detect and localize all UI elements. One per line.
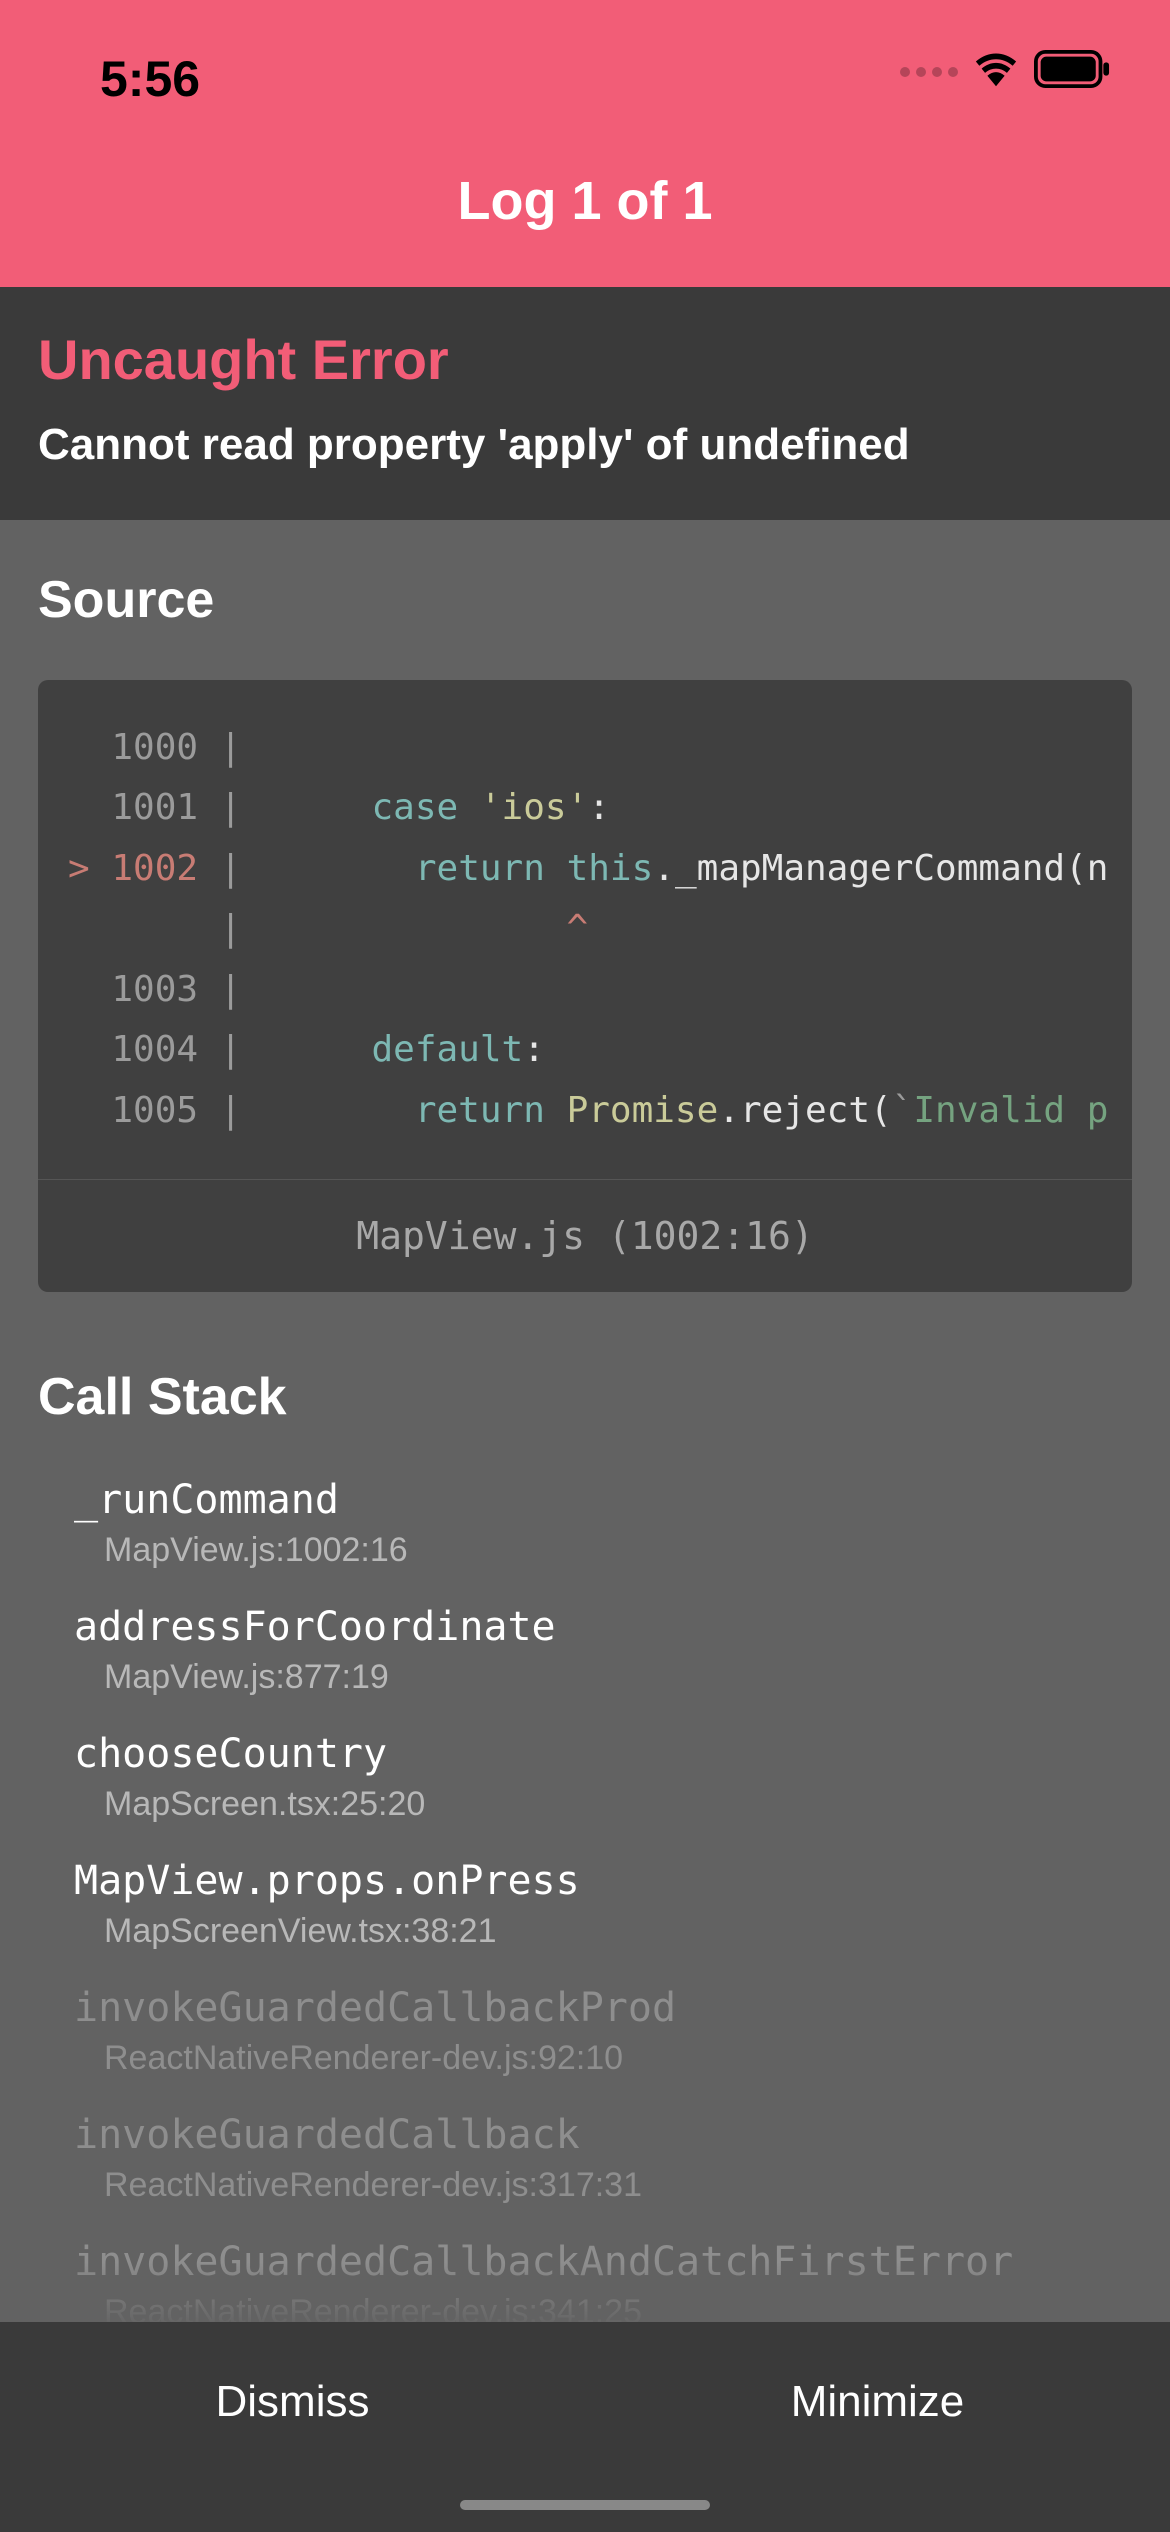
stack-frame[interactable]: chooseCountry MapScreen.tsx:25:20 (74, 1731, 1132, 1824)
stack-frame[interactable]: MapView.props.onPress MapScreenView.tsx:3… (74, 1858, 1132, 1951)
code-line: 1004 | default: (68, 1020, 1132, 1080)
code-line: | ^ (68, 899, 1132, 959)
stack-function-name: chooseCountry (74, 1731, 1132, 1777)
cellular-signal-icon (900, 67, 958, 77)
stack-function-name: MapView.props.onPress (74, 1858, 1132, 1904)
stack-function-name: invokeGuardedCallback (74, 2112, 1132, 2158)
source-title: Source (38, 570, 1132, 630)
log-counter: Log 1 of 1 (0, 170, 1170, 232)
error-summary: Uncaught Error Cannot read property 'app… (0, 287, 1170, 520)
code-line: 1000 | (68, 718, 1132, 778)
content-area[interactable]: Source 1000 | 1001 | case 'ios':> 1002 |… (0, 520, 1170, 2412)
stack-location: MapScreen.tsx:25:20 (74, 1785, 1132, 1824)
stack-location: MapView.js:1002:16 (74, 1531, 1132, 1570)
status-time: 5:56 (100, 50, 200, 108)
stack-function-name: invokeGuardedCallbackProd (74, 1985, 1132, 2031)
stack-frame[interactable]: invokeGuardedCallbackAndCatchFirstErrorR… (74, 2239, 1132, 2332)
stack-function-name: addressForCoordinate (74, 1604, 1132, 1650)
wifi-icon (973, 51, 1019, 92)
stack-function-name: _runCommand (74, 1477, 1132, 1523)
battery-icon (1034, 50, 1110, 93)
error-type: Uncaught Error (38, 327, 1132, 392)
callstack-section: Call Stack _runCommand MapView.js:1002:16… (38, 1367, 1132, 2412)
source-file-location: MapView.js (1002:16) (38, 1179, 1132, 1292)
header: Log 1 of 1 (0, 140, 1170, 287)
stack-location: ReactNativeRenderer-dev.js:92:10 (74, 2039, 1132, 2078)
code-line: > 1002 | return this._mapManagerCommand(… (68, 839, 1132, 899)
error-message: Cannot read property 'apply' of undefine… (38, 420, 1132, 470)
stack-location: ReactNativeRenderer-dev.js:317:31 (74, 2166, 1132, 2205)
stack-function-name: invokeGuardedCallbackAndCatchFirstError (74, 2239, 1132, 2285)
code-line: 1003 | (68, 960, 1132, 1020)
status-icons (900, 50, 1110, 93)
status-bar: 5:56 (0, 0, 1170, 140)
stack-location: MapScreenView.tsx:38:21 (74, 1912, 1132, 1951)
source-box[interactable]: 1000 | 1001 | case 'ios':> 1002 | return… (38, 680, 1132, 1292)
stack-list: _runCommand MapView.js:1002:16 addressForC… (38, 1477, 1132, 2412)
stack-frame[interactable]: invokeGuardedCallback ReactNativeRenderer… (74, 2112, 1132, 2205)
code-block: 1000 | 1001 | case 'ios':> 1002 | return… (38, 680, 1132, 1179)
callstack-title: Call Stack (38, 1367, 1132, 1427)
stack-location: MapView.js:877:19 (74, 1658, 1132, 1697)
stack-frame[interactable]: addressForCoordinate MapView.js:877:19 (74, 1604, 1132, 1697)
stack-frame[interactable]: _runCommand MapView.js:1002:16 (74, 1477, 1132, 1570)
code-line: 1005 | return Promise.reject(`Invalid p (68, 1081, 1132, 1141)
stack-frame[interactable]: invokeGuardedCallbackProd ReactNativeRend… (74, 1985, 1132, 2078)
home-indicator[interactable] (460, 2500, 710, 2510)
code-line: 1001 | case 'ios': (68, 778, 1132, 838)
